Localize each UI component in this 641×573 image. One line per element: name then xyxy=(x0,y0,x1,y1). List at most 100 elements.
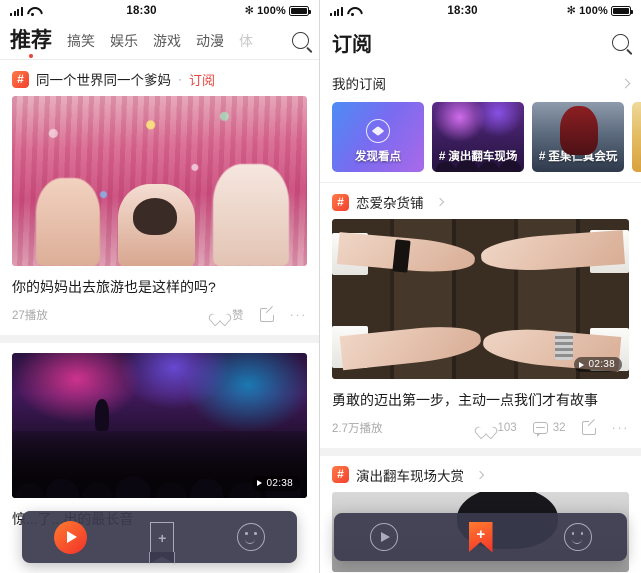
status-bar-right: 18:30 ✻ 100% xyxy=(320,0,641,22)
feed-card-1-title: 你的妈妈出去旅游也是这样的吗? xyxy=(12,279,216,295)
section-divider xyxy=(320,447,641,456)
feed-card-1-meta: 27播放 赞 ··· xyxy=(0,297,319,335)
section-name: 恋爱杂货铺 xyxy=(356,196,424,211)
section-name: 演出翻车现场大赏 xyxy=(356,468,464,484)
share-button[interactable] xyxy=(259,305,276,322)
bluetooth-icon: ✻ xyxy=(566,4,577,17)
play-triangle-icon xyxy=(579,361,585,368)
sub-card-label: # 歪果仁真会玩 xyxy=(539,148,618,172)
dual-panel-screenshot: 18:30 ✻ 100% 推荐 搞笑 娱乐 游戏 动漫 体 # 同一个世界同一个… xyxy=(0,0,641,573)
tab-dongman[interactable]: 动漫 xyxy=(196,31,224,51)
play-triangle-icon xyxy=(257,480,263,487)
thumbnail-image xyxy=(12,96,307,266)
feed-card-2: 02:38 xyxy=(0,343,319,498)
play-button-icon[interactable] xyxy=(53,520,87,554)
meta-actions: 赞 ··· xyxy=(213,305,308,323)
thumbnail-image xyxy=(332,219,629,379)
like-button[interactable]: 赞 xyxy=(213,307,244,323)
duration-text: 02:38 xyxy=(266,477,293,489)
search-icon xyxy=(292,32,309,49)
my-subscriptions-row[interactable]: 我的订阅 xyxy=(320,62,641,102)
tab-tuijian[interactable]: 推荐 xyxy=(10,30,52,51)
more-dots-icon[interactable]: ··· xyxy=(612,420,630,435)
sub-card-foreigners[interactable]: # 歪果仁真会玩 xyxy=(532,102,624,172)
sub-card-text: 演出翻车现场 xyxy=(448,151,518,163)
play-count: 2.7万播放 xyxy=(332,422,383,435)
hashtag-name: 同一个世界同一个爹妈 xyxy=(36,73,171,88)
share-icon xyxy=(581,418,598,435)
hash-badge-icon: # xyxy=(332,466,349,484)
sub-card-discover[interactable]: 发现看点 xyxy=(332,102,424,172)
play-count: 27播放 xyxy=(12,309,48,322)
status-right-group: ✻ 100% xyxy=(244,4,311,17)
hash-icon: # xyxy=(538,149,546,163)
battery-percent: 100% xyxy=(257,5,286,17)
tab-youxi[interactable]: 游戏 xyxy=(153,31,181,51)
cellular-signal-icon xyxy=(10,6,23,16)
floating-action-dock-right: + xyxy=(334,513,627,561)
like-button[interactable]: 103 xyxy=(479,421,517,434)
right-feed-card-1: 02:38 xyxy=(320,219,641,379)
comment-button[interactable]: 32 xyxy=(532,421,566,437)
chevron-right-icon xyxy=(620,78,631,88)
photo-bracelet xyxy=(554,332,573,360)
my-subscriptions-label: 我的订阅 xyxy=(332,77,386,92)
sub-card-text: 歪果仁真会玩 xyxy=(548,151,618,163)
share-button[interactable] xyxy=(581,418,598,435)
sub-card-concert-fail[interactable]: # 演出翻车现场 xyxy=(432,102,524,172)
photo-hands-group xyxy=(332,219,629,379)
search-button-left[interactable] xyxy=(292,32,309,49)
search-button-right[interactable] xyxy=(612,33,629,51)
right-card-title: 勇敢的迈出第一步，主动一点我们才有故事 xyxy=(332,392,598,408)
cellular-signal-icon xyxy=(330,6,343,16)
status-left-group xyxy=(10,6,39,16)
section-header-concert-fail[interactable]: # 演出翻车现场大赏 xyxy=(320,456,641,492)
subscription-panel: 18:30 ✻ 100% 订阅 我的订阅 发现看点 # 演出翻车现场 # 歪果仁… xyxy=(320,0,641,573)
comment-count: 32 xyxy=(552,421,566,434)
comment-icon xyxy=(532,421,548,437)
tab-gaoxiao[interactable]: 搞笑 xyxy=(67,31,95,51)
wifi-icon xyxy=(27,7,39,16)
floating-action-dock-left: + xyxy=(22,511,297,563)
hashtag-header-row[interactable]: # 同一个世界同一个爹妈 · 订阅 xyxy=(0,60,319,96)
video-thumbnail-party[interactable] xyxy=(12,96,307,266)
tab-yule[interactable]: 娱乐 xyxy=(110,31,138,51)
play-button-icon[interactable] xyxy=(369,523,398,551)
sub-card-label: 发现看点 xyxy=(355,151,401,163)
sub-card-partial[interactable]: #这 xyxy=(632,102,641,172)
more-dots-icon[interactable]: ··· xyxy=(290,307,308,322)
right-card-meta: 2.7万播放 103 32 ··· xyxy=(320,410,641,448)
bluetooth-icon: ✻ xyxy=(244,4,255,17)
recommend-panel: 18:30 ✻ 100% 推荐 搞笑 娱乐 游戏 动漫 体 # 同一个世界同一个… xyxy=(0,0,320,573)
smiley-face-icon[interactable] xyxy=(237,523,266,551)
tab-ti-partial[interactable]: 体 xyxy=(239,31,253,51)
like-count: 103 xyxy=(497,421,517,434)
bookmark-add-icon[interactable]: + xyxy=(468,521,493,553)
duration-text: 02:38 xyxy=(588,359,615,370)
sub-card-label: # 演出翻车现场 xyxy=(439,148,518,172)
battery-percent: 100% xyxy=(579,5,608,17)
photo-performer xyxy=(94,399,110,432)
bookmark-add-icon[interactable]: + xyxy=(149,521,174,553)
video-thumbnail-hands[interactable]: 02:38 xyxy=(332,219,629,379)
smiley-face-icon[interactable] xyxy=(563,523,592,551)
subscribe-link[interactable]: 订阅 xyxy=(189,70,215,89)
page-title: 订阅 xyxy=(332,33,372,56)
battery-icon xyxy=(611,6,633,16)
hash-badge-icon: # xyxy=(332,193,349,211)
heart-icon xyxy=(479,421,493,434)
subscription-card-list[interactable]: 发现看点 #演出翻车现场 #歪果仁真会玩 #这 xyxy=(320,102,641,182)
section-divider xyxy=(0,334,319,343)
status-time: 18:30 xyxy=(126,5,157,17)
search-icon xyxy=(612,33,629,51)
hash-badge-icon: # xyxy=(12,70,29,88)
heart-icon xyxy=(213,308,227,321)
subscription-header: 订阅 xyxy=(320,22,641,62)
share-icon xyxy=(259,305,276,322)
video-thumbnail-concert[interactable]: 02:38 xyxy=(12,352,307,498)
feed-card-1 xyxy=(0,96,319,266)
section-header-love-shop[interactable]: # 恋爱杂货铺 xyxy=(320,183,641,219)
battery-icon xyxy=(289,6,311,16)
compass-icon xyxy=(366,119,390,143)
separator-dot: · xyxy=(178,72,182,86)
